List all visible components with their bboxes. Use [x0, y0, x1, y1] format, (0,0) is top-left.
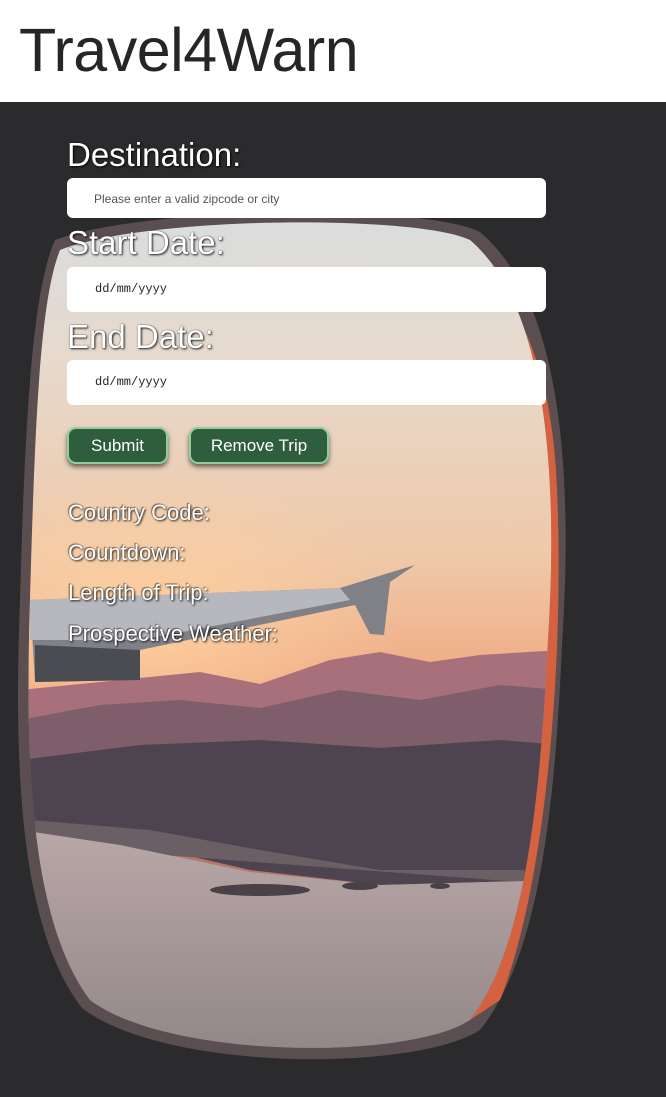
countdown-label: Countdown: — [68, 540, 186, 565]
prospective-weather-label: Prospective Weather: — [68, 621, 278, 646]
end-date-input[interactable]: dd/mm/yyyy — [67, 360, 546, 405]
trip-form: Destination: Start Date: dd/mm/yyyy End … — [0, 0, 666, 1097]
country-code-label: Country Code: — [68, 500, 210, 525]
destination-label: Destination: — [67, 136, 242, 173]
start-date-label: Start Date: — [67, 224, 225, 261]
remove-trip-button[interactable]: Remove Trip — [189, 427, 329, 464]
submit-button[interactable]: Submit — [67, 427, 168, 464]
destination-input[interactable] — [67, 178, 546, 218]
length-of-trip-label: Length of Trip: — [68, 580, 209, 605]
end-date-label: End Date: — [67, 318, 214, 355]
start-date-input[interactable]: dd/mm/yyyy — [67, 267, 546, 312]
